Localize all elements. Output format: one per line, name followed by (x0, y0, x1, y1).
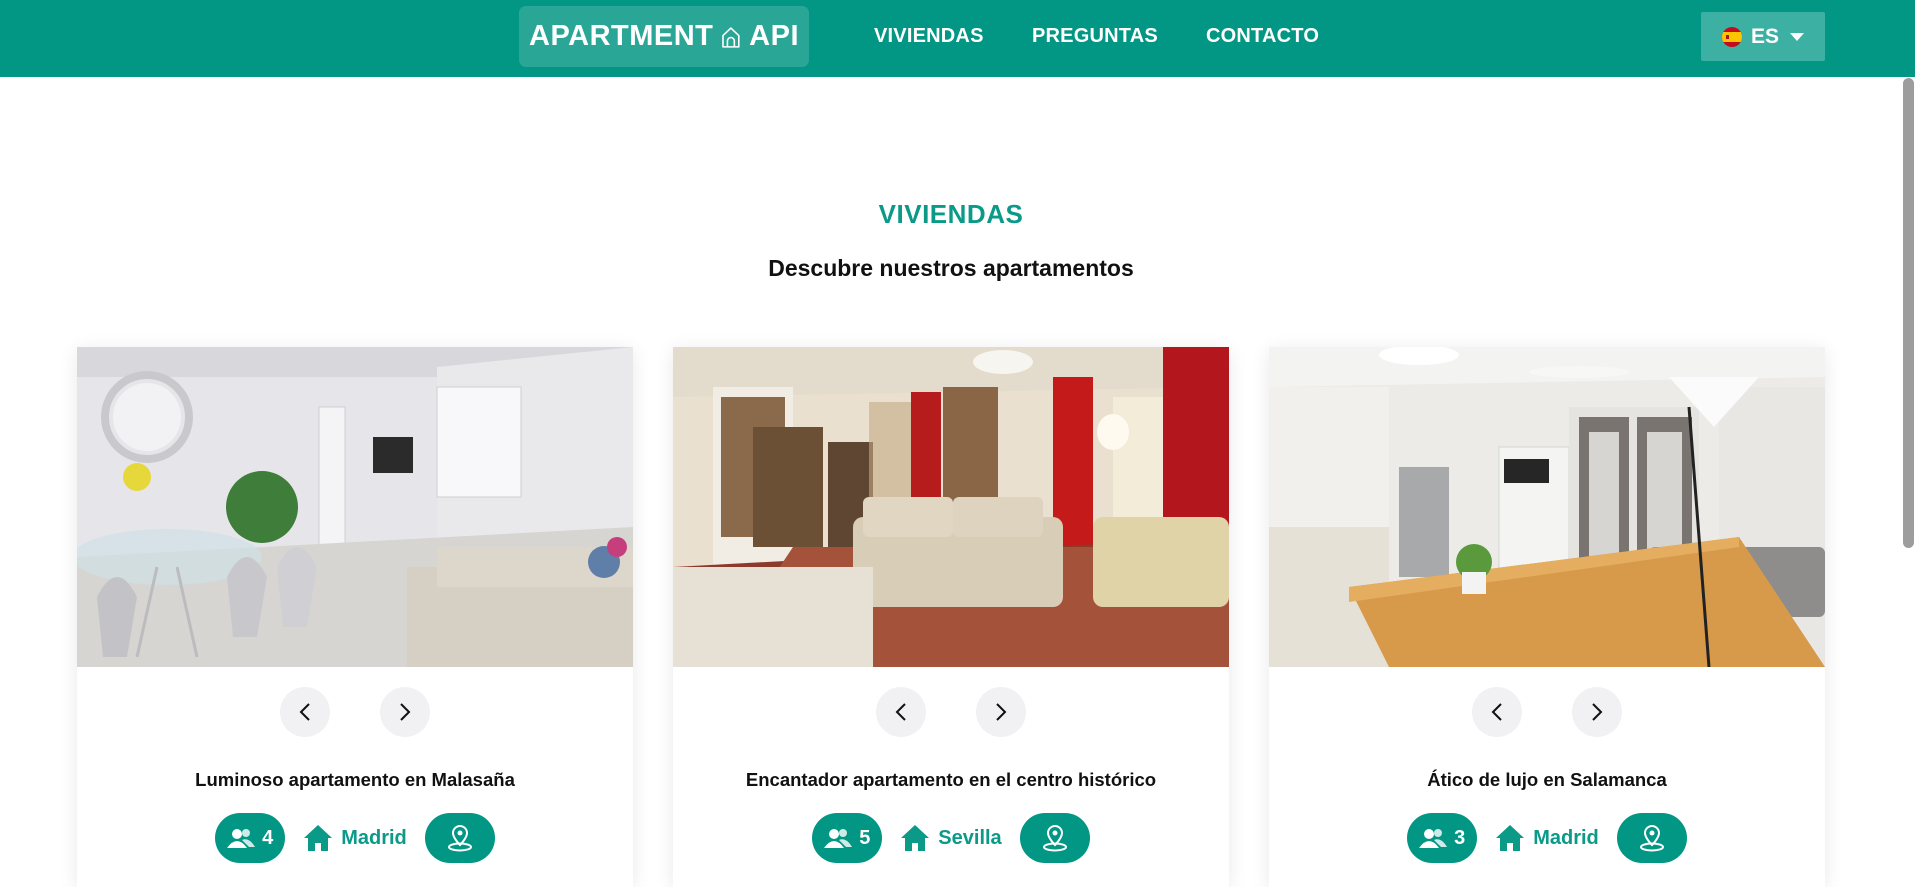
apartment-title[interactable]: Luminoso apartamento en Malasaña (77, 769, 633, 791)
apartment-card[interactable]: Encantador apartamento en el centro hist… (673, 347, 1229, 887)
language-selector[interactable]: ES (1701, 12, 1825, 61)
users-icon (227, 829, 256, 848)
apartment-title[interactable]: Ático de lujo en Salamanca (1269, 769, 1825, 791)
apartment-photo[interactable] (1269, 347, 1825, 667)
city-label: Sevilla (900, 824, 1002, 852)
caret-down-icon (1790, 32, 1804, 41)
chevron-left-icon (299, 703, 310, 721)
chevron-right-icon (996, 703, 1007, 721)
top-navbar: APARTMENT API VIVIENDAS PREGUNTAS CONTAC… (0, 0, 1915, 77)
next-photo-button[interactable] (1572, 687, 1622, 737)
city-name: Sevilla (938, 826, 1002, 849)
guests-badge: 5 (812, 813, 883, 863)
city-name: Madrid (341, 826, 407, 849)
map-pin-icon (1042, 824, 1067, 852)
nav-link-contacto[interactable]: CONTACTO (1206, 25, 1319, 48)
nav-link-viviendas[interactable]: VIVIENDAS (874, 25, 984, 48)
city-label: Madrid (1495, 824, 1599, 852)
house-logo-icon (722, 26, 740, 48)
prev-photo-button[interactable] (1472, 687, 1522, 737)
home-icon (1496, 825, 1525, 851)
apartment-card[interactable]: Luminoso apartamento en Malasaña 4 Madri… (77, 347, 633, 887)
apartment-title[interactable]: Encantador apartamento en el centro hist… (673, 769, 1229, 791)
logo-text-right: API (749, 20, 799, 52)
chevron-left-icon (895, 703, 906, 721)
scrollbar-thumb[interactable] (1903, 78, 1914, 548)
guests-count: 3 (1454, 826, 1466, 849)
city-name: Madrid (1533, 826, 1599, 849)
guests-badge: 3 (1407, 813, 1478, 863)
map-pin-icon (1639, 824, 1664, 852)
guests-count: 4 (262, 826, 274, 849)
home-icon (304, 825, 333, 851)
city-label: Madrid (303, 824, 407, 852)
section-title: Descubre nuestros apartamentos (768, 255, 1134, 281)
site-logo[interactable]: APARTMENT API (519, 6, 809, 67)
apartment-meta: 5 Sevilla (673, 812, 1229, 864)
guests-count: 5 (859, 826, 871, 849)
chevron-right-icon (400, 703, 411, 721)
map-location-button[interactable] (1019, 813, 1090, 863)
apartment-photo[interactable] (673, 347, 1229, 667)
users-icon (824, 829, 853, 848)
map-location-button[interactable] (424, 813, 495, 863)
users-icon (1419, 829, 1448, 848)
next-photo-button[interactable] (380, 687, 430, 737)
prev-photo-button[interactable] (876, 687, 926, 737)
home-icon (901, 825, 930, 851)
logo-text-left: APARTMENT (529, 20, 714, 52)
guests-badge: 4 (215, 813, 286, 863)
next-photo-button[interactable] (976, 687, 1026, 737)
map-pin-icon (447, 824, 472, 852)
apartment-card[interactable]: Ático de lujo en Salamanca 3 Madrid (1269, 347, 1825, 887)
prev-photo-button[interactable] (280, 687, 330, 737)
nav-link-preguntas[interactable]: PREGUNTAS (1032, 25, 1158, 48)
apartment-meta: 4 Madrid (77, 812, 633, 864)
chevron-left-icon (1491, 703, 1502, 721)
chevron-right-icon (1592, 703, 1603, 721)
section-eyebrow: VIVIENDAS (878, 199, 1024, 229)
language-code: ES (1750, 24, 1779, 48)
apartment-meta: 3 Madrid (1269, 812, 1825, 864)
map-location-button[interactable] (1616, 813, 1687, 863)
spain-flag-icon (1721, 26, 1742, 47)
apartment-photo[interactable] (77, 347, 633, 667)
